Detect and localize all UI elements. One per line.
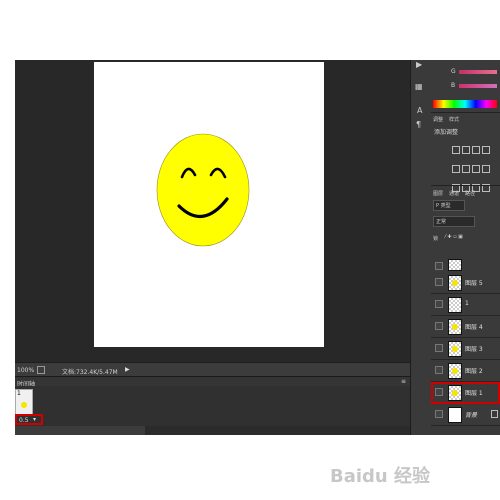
visibility-icon[interactable] bbox=[435, 388, 443, 396]
layer-row-background[interactable]: 背景 bbox=[431, 404, 500, 426]
play-icon[interactable]: ▶ bbox=[416, 60, 422, 69]
paragraph-icon[interactable]: ¶ bbox=[416, 120, 421, 129]
status-bar: 100% 文档:732.4K/5.47M ▶ bbox=[15, 362, 410, 377]
smiley-face bbox=[156, 133, 250, 247]
status-menu-arrow-icon[interactable]: ▶ bbox=[125, 366, 130, 373]
frame-thumbnail bbox=[21, 402, 27, 408]
blend-mode-select[interactable]: 正常 bbox=[433, 216, 475, 227]
smiley-face-artwork bbox=[156, 133, 250, 247]
layer-thumbnail bbox=[448, 363, 462, 379]
character-icon[interactable]: A bbox=[417, 106, 422, 115]
layer-row[interactable]: 图层 3 bbox=[431, 338, 500, 360]
tab-paths[interactable]: 路径 bbox=[465, 190, 475, 197]
layer-thumbnail bbox=[448, 319, 462, 335]
brightness-icon[interactable] bbox=[452, 146, 460, 154]
layer-kind-filter[interactable]: P 类型 bbox=[433, 200, 465, 211]
layer-name: 图层 1 bbox=[465, 390, 483, 397]
b-label: B bbox=[451, 82, 456, 89]
timeline-controls bbox=[15, 426, 145, 435]
layer-name: 图层 4 bbox=[465, 324, 483, 331]
layer-thumbnail bbox=[448, 259, 462, 271]
chevron-down-icon: ▾ bbox=[33, 416, 37, 423]
layer-name: 1 bbox=[465, 300, 469, 307]
lock-icons[interactable]: ⁄ ✚ ▫ ▣ bbox=[445, 234, 463, 240]
thumbnail-dot bbox=[452, 368, 458, 374]
layer-thumbnail bbox=[448, 341, 462, 357]
visibility-icon[interactable] bbox=[435, 300, 443, 308]
visibility-icon[interactable] bbox=[435, 344, 443, 352]
g-label: G bbox=[451, 68, 456, 75]
timeline-menu-icon[interactable]: ≡ bbox=[401, 378, 406, 385]
color-balance-icon[interactable] bbox=[472, 165, 480, 173]
g-slider[interactable] bbox=[459, 70, 497, 74]
layer-thumbnail bbox=[448, 275, 462, 291]
vibrance-icon[interactable] bbox=[452, 165, 460, 173]
layer-name: 图层 5 bbox=[465, 280, 483, 287]
layers-panel: 图层 通道 路径 P 类型 正常 锁 ⁄ ✚ ▫ ▣ bbox=[431, 185, 500, 256]
layer-row[interactable]: 图层 4 bbox=[431, 316, 500, 338]
frame-delay-dropdown[interactable]: 0.5 ▾ bbox=[15, 414, 43, 425]
frame-number: 1 bbox=[17, 390, 21, 397]
tab-layers[interactable]: 图层 bbox=[433, 190, 443, 197]
color-spectrum[interactable] bbox=[433, 100, 497, 108]
layer-row[interactable]: 图层 2 bbox=[431, 360, 500, 382]
visibility-icon[interactable] bbox=[435, 278, 443, 286]
timeline-panel: 1 0.5 ▾ bbox=[15, 386, 410, 426]
panel-dock-strip: ▶ ▦ A ¶ bbox=[410, 60, 432, 435]
thumbnail-dot bbox=[452, 346, 458, 352]
layer-row[interactable]: 1 bbox=[431, 294, 500, 316]
thumbnail-dot bbox=[452, 280, 458, 286]
visibility-icon[interactable] bbox=[435, 262, 443, 270]
layer-name: 背景 bbox=[465, 412, 478, 419]
color-panel: G B bbox=[431, 60, 500, 110]
document-canvas[interactable] bbox=[94, 62, 324, 347]
layer-row[interactable]: 图层 5 bbox=[431, 272, 500, 294]
adjustments-panel: 调整 样式 添加调整 bbox=[431, 112, 500, 192]
document-size: 文档:732.4K/5.47M bbox=[62, 369, 118, 376]
tab-channels[interactable]: 通道 bbox=[449, 190, 459, 197]
layer-thumbnail bbox=[448, 385, 462, 401]
kind-filter-value: P 类型 bbox=[436, 203, 451, 209]
baidu-watermark: Baidu 经验 bbox=[330, 466, 431, 487]
export-icon[interactable] bbox=[37, 366, 45, 374]
layer-row-selected[interactable]: 图层 1 bbox=[431, 382, 500, 404]
add-adjustment-title: 添加调整 bbox=[434, 129, 459, 136]
exposure-icon[interactable] bbox=[482, 146, 490, 154]
lock-label: 锁 bbox=[433, 236, 439, 242]
curves-icon[interactable] bbox=[472, 146, 480, 154]
layer-thumbnail bbox=[448, 407, 462, 423]
layer-thumbnail bbox=[448, 297, 462, 313]
tab-adjustments[interactable]: 调整 bbox=[433, 116, 443, 123]
visibility-icon[interactable] bbox=[435, 322, 443, 330]
b-slider[interactable] bbox=[459, 84, 497, 88]
visibility-icon[interactable] bbox=[435, 366, 443, 374]
animation-frame[interactable]: 1 bbox=[15, 389, 33, 415]
frame-delay-value: 0.5 bbox=[19, 417, 29, 424]
layer-name: 图层 3 bbox=[465, 346, 483, 353]
thumbnail-dot bbox=[452, 390, 458, 396]
layer-name: 图层 2 bbox=[465, 368, 483, 375]
bw-icon[interactable] bbox=[482, 165, 490, 173]
lock-icon bbox=[491, 410, 498, 418]
history-icon[interactable]: ▦ bbox=[415, 82, 423, 91]
zoom-level[interactable]: 100% bbox=[17, 367, 34, 374]
levels-icon[interactable] bbox=[462, 146, 470, 154]
blend-mode-value: 正常 bbox=[436, 219, 447, 225]
thumbnail-dot bbox=[452, 324, 458, 330]
hue-icon[interactable] bbox=[462, 165, 470, 173]
tab-styles[interactable]: 样式 bbox=[449, 116, 459, 123]
visibility-icon[interactable] bbox=[435, 410, 443, 418]
